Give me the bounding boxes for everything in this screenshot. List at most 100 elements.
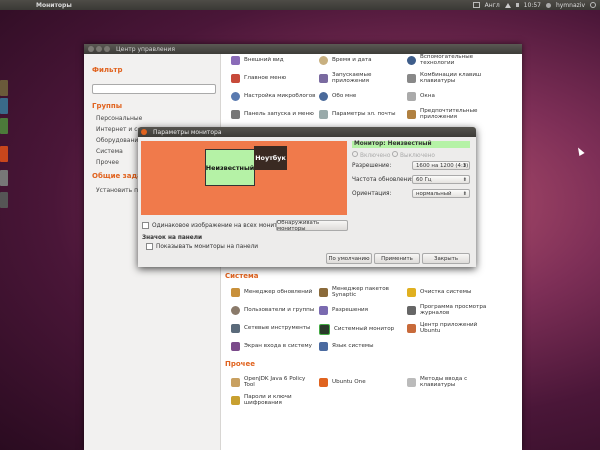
users-icon (231, 306, 240, 315)
mirror-checkbox[interactable]: Одинаковое изображение на всех мониторах (142, 222, 292, 229)
resolution-label: Разрешение: (352, 163, 392, 169)
dialog-title: Параметры монитора (153, 128, 222, 136)
sidebar-item-system[interactable]: Система (96, 148, 123, 155)
clock[interactable]: 10:57 (524, 2, 541, 9)
user-icon[interactable] (545, 2, 551, 8)
power-icon[interactable] (590, 2, 596, 8)
section-other-heading: Прочее (225, 360, 255, 368)
launcher-item-browser[interactable] (0, 98, 8, 114)
sidebar-item-hardware[interactable]: Оборудование (96, 137, 142, 144)
off-radio[interactable]: Выключено (392, 151, 435, 159)
volume-icon[interactable] (515, 3, 519, 7)
list-item[interactable]: Вспомогательные технологии (407, 54, 487, 67)
refresh-select[interactable]: 60 Гц ⬍ (412, 175, 470, 184)
control-center-titlebar[interactable]: Центр управления (84, 44, 522, 54)
combo-arrow-icon: ⬍ (462, 190, 467, 197)
combo-arrow-icon: ⬍ (462, 162, 467, 169)
apply-button[interactable]: Применить (374, 253, 420, 264)
list-item[interactable]: Параметры эл. почты (319, 110, 396, 119)
refresh-label: Частота обновления: (352, 177, 417, 183)
list-item[interactable]: Пользователи и группы (231, 306, 314, 315)
radio-icon (352, 151, 358, 157)
launcher-item-software[interactable] (0, 146, 8, 162)
keyboard-indicator[interactable]: Англ (485, 2, 500, 9)
list-item[interactable]: Комбинации клавиш клавиатуры (407, 72, 487, 85)
list-item[interactable]: Центр приложений Ubuntu (407, 322, 487, 335)
minimize-icon[interactable] (96, 46, 102, 52)
filter-heading: Фильтр (92, 66, 123, 74)
list-item[interactable]: Окна (407, 92, 435, 101)
launcher-item-other[interactable] (0, 192, 8, 208)
username[interactable]: hymnaziv (556, 2, 585, 9)
common-task-install[interactable]: Установить пр (96, 187, 142, 194)
close-icon[interactable] (141, 129, 147, 135)
list-item[interactable]: Внешний вид (231, 56, 284, 65)
mail-icon[interactable] (472, 2, 480, 8)
close-icon[interactable] (88, 46, 94, 52)
network-icon[interactable] (504, 2, 511, 8)
list-item[interactable]: Время и дата (319, 56, 372, 65)
list-item[interactable]: Запускаемые приложения (319, 72, 399, 85)
show-monitors-checkbox[interactable]: Показывать мониторы на панели (146, 243, 258, 250)
launcher (0, 10, 8, 210)
accessibility-icon (407, 55, 416, 65)
detect-monitors-button[interactable]: Обнаруживать мониторы (276, 220, 348, 232)
monitor-unknown[interactable]: Неизвестный (205, 149, 255, 186)
list-item[interactable]: Разрешения (319, 306, 368, 315)
active-app-title: Мониторы (36, 1, 72, 9)
ubuntu-one-icon (319, 378, 328, 387)
network-tools-icon (231, 324, 240, 333)
email-icon (319, 110, 328, 119)
list-item[interactable]: Обо мне (319, 92, 356, 101)
resolution-select[interactable]: 1600 на 1200 (4:3) ⬍ (412, 161, 470, 170)
list-item[interactable]: Менеджер пакетов Synaptic (319, 286, 399, 299)
close-button[interactable]: Закрыть (422, 253, 470, 264)
sidebar-item-other[interactable]: Прочее (96, 159, 119, 166)
launcher-item-office[interactable] (0, 118, 8, 134)
launcher-item-settings[interactable] (0, 170, 8, 186)
on-radio[interactable]: Включено (352, 151, 390, 159)
broom-icon (407, 288, 416, 297)
update-manager-icon (231, 288, 240, 297)
list-item[interactable]: Панель запуска и меню (231, 110, 314, 119)
appearance-icon (231, 56, 240, 65)
monitor-header: Монитор: Неизвестный (352, 141, 470, 148)
list-item[interactable]: Сетевые инструменты (231, 324, 310, 333)
radio-icon (392, 151, 398, 157)
list-item[interactable]: Язык системы (319, 342, 374, 351)
list-item[interactable]: OpenJDK Java 6 Policy Tool (231, 376, 311, 389)
list-item[interactable]: Предпочтительные приложения (407, 108, 487, 121)
system-tray: Англ 10:57 hymnaziv (472, 0, 596, 10)
microblog-icon (231, 92, 240, 101)
checkbox-icon (142, 222, 149, 229)
maximize-icon[interactable] (104, 46, 110, 52)
list-item[interactable]: Пароли и ключи шифрования (231, 394, 311, 407)
list-item[interactable]: Методы ввода с клавиатуры (407, 376, 487, 389)
combo-arrow-icon: ⬍ (462, 176, 467, 183)
orientation-select[interactable]: нормальный ⬍ (412, 189, 470, 198)
monitor-laptop[interactable]: Ноутбук (254, 146, 287, 170)
synaptic-icon (319, 287, 328, 297)
monitor-dialog: Параметры монитора Неизвестный Ноутбук М… (138, 127, 476, 267)
list-item[interactable]: Системный монитор (319, 324, 394, 335)
main-menu-icon (231, 74, 240, 83)
filter-input[interactable] (92, 84, 216, 94)
list-item[interactable]: Ubuntu One (319, 378, 366, 387)
list-item[interactable]: Менеджер обновлений (231, 288, 312, 297)
list-item[interactable]: Настройка микроблогов (231, 92, 315, 101)
permissions-icon (319, 306, 328, 315)
system-monitor-icon (319, 324, 330, 335)
sidebar-item-personal[interactable]: Персональные (96, 115, 142, 122)
dialog-titlebar[interactable]: Параметры монитора (138, 127, 476, 137)
monitor-arrangement-canvas[interactable]: Неизвестный Ноутбук (141, 141, 347, 215)
list-item[interactable]: Экран входа в систему (231, 342, 312, 351)
list-item[interactable]: Главное меню (231, 74, 286, 83)
default-button[interactable]: По умолчанию (326, 253, 372, 264)
about-me-icon (319, 92, 328, 101)
list-item[interactable]: Программа просмотра журналов (407, 304, 487, 317)
input-methods-icon (407, 377, 416, 387)
launcher-item-files[interactable] (0, 80, 8, 96)
orientation-label: Ориентация: (352, 191, 392, 197)
list-item[interactable]: Очистка системы (407, 288, 471, 297)
preferred-apps-icon (407, 109, 416, 119)
